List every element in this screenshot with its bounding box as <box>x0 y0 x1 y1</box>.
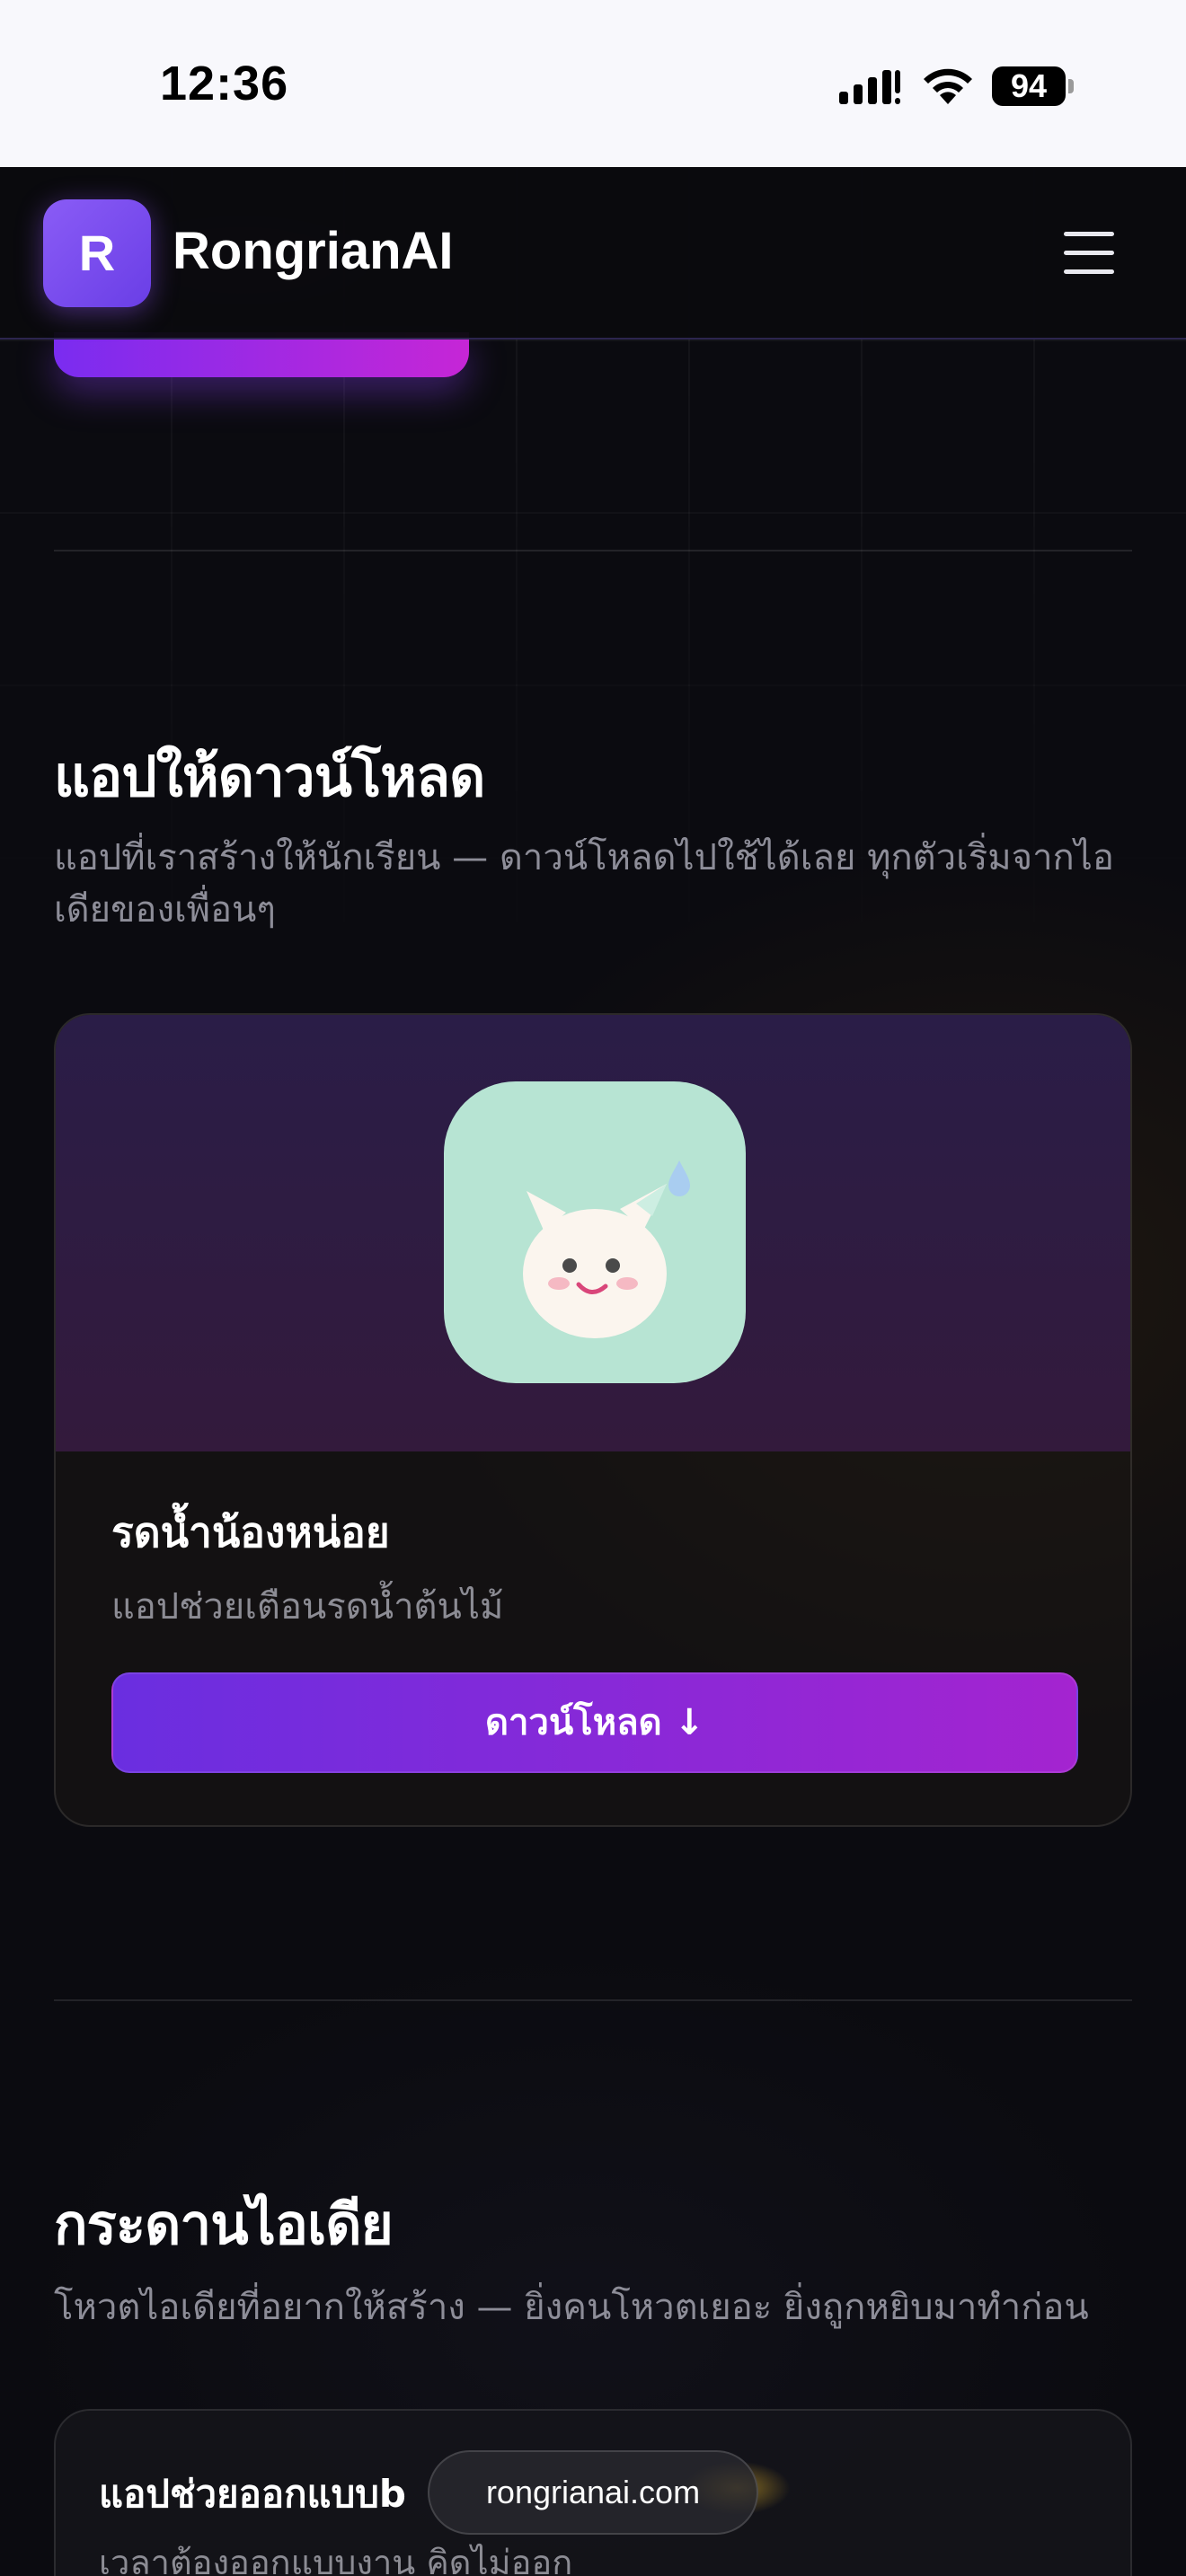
apps-section-description: แอปที่เราสร้างให้นักเรียน — ดาวน์โหลดไปใ… <box>54 837 1114 931</box>
cat-app-icon <box>444 1081 746 1383</box>
url-bar[interactable]: rongrianai.com <box>428 2450 758 2535</box>
ideas-section-title: กระดานไอเดีย <box>54 2192 394 2257</box>
battery-icon: 94 <box>992 66 1066 106</box>
logo-icon[interactable]: R <box>43 199 151 307</box>
app-card-banner <box>56 1015 1130 1451</box>
section-divider <box>54 550 1132 551</box>
battery-nub <box>1068 79 1074 93</box>
download-button[interactable]: ดาวน์โหลด ↓ <box>111 1672 1078 1773</box>
app-card: รดน้ำน้องหน่อย แอปช่วยเตือนรดน้ำต้นไม้ ด… <box>54 1013 1132 1827</box>
wifi-icon <box>924 68 972 104</box>
signal-icon <box>839 70 900 104</box>
apps-section-title: แอปให้ดาวน์โหลด <box>54 744 485 809</box>
status-time: 12:36 <box>160 57 289 110</box>
status-bar: 12:36 94 <box>0 0 1186 167</box>
app-description: แอปช่วยเตือนรดน้ำต้นไม้ <box>111 1586 504 1628</box>
hamburger-menu-icon[interactable] <box>1060 226 1118 280</box>
idea-description: เวลาต้องออกแบบงาน คิดไม่ออก <box>99 2543 573 2576</box>
section-divider <box>54 1999 1132 2001</box>
app-name: รดน้ำน้องหน่อย <box>111 1508 390 1557</box>
ideas-section-description: โหวตไอเดียที่อยากให้สร้าง — ยิ่งคนโหวตเย… <box>54 2287 1089 2328</box>
brand-name[interactable]: RongrianAI <box>173 221 454 281</box>
idea-title: แอปช่วยออกแบบb <box>99 2472 406 2516</box>
